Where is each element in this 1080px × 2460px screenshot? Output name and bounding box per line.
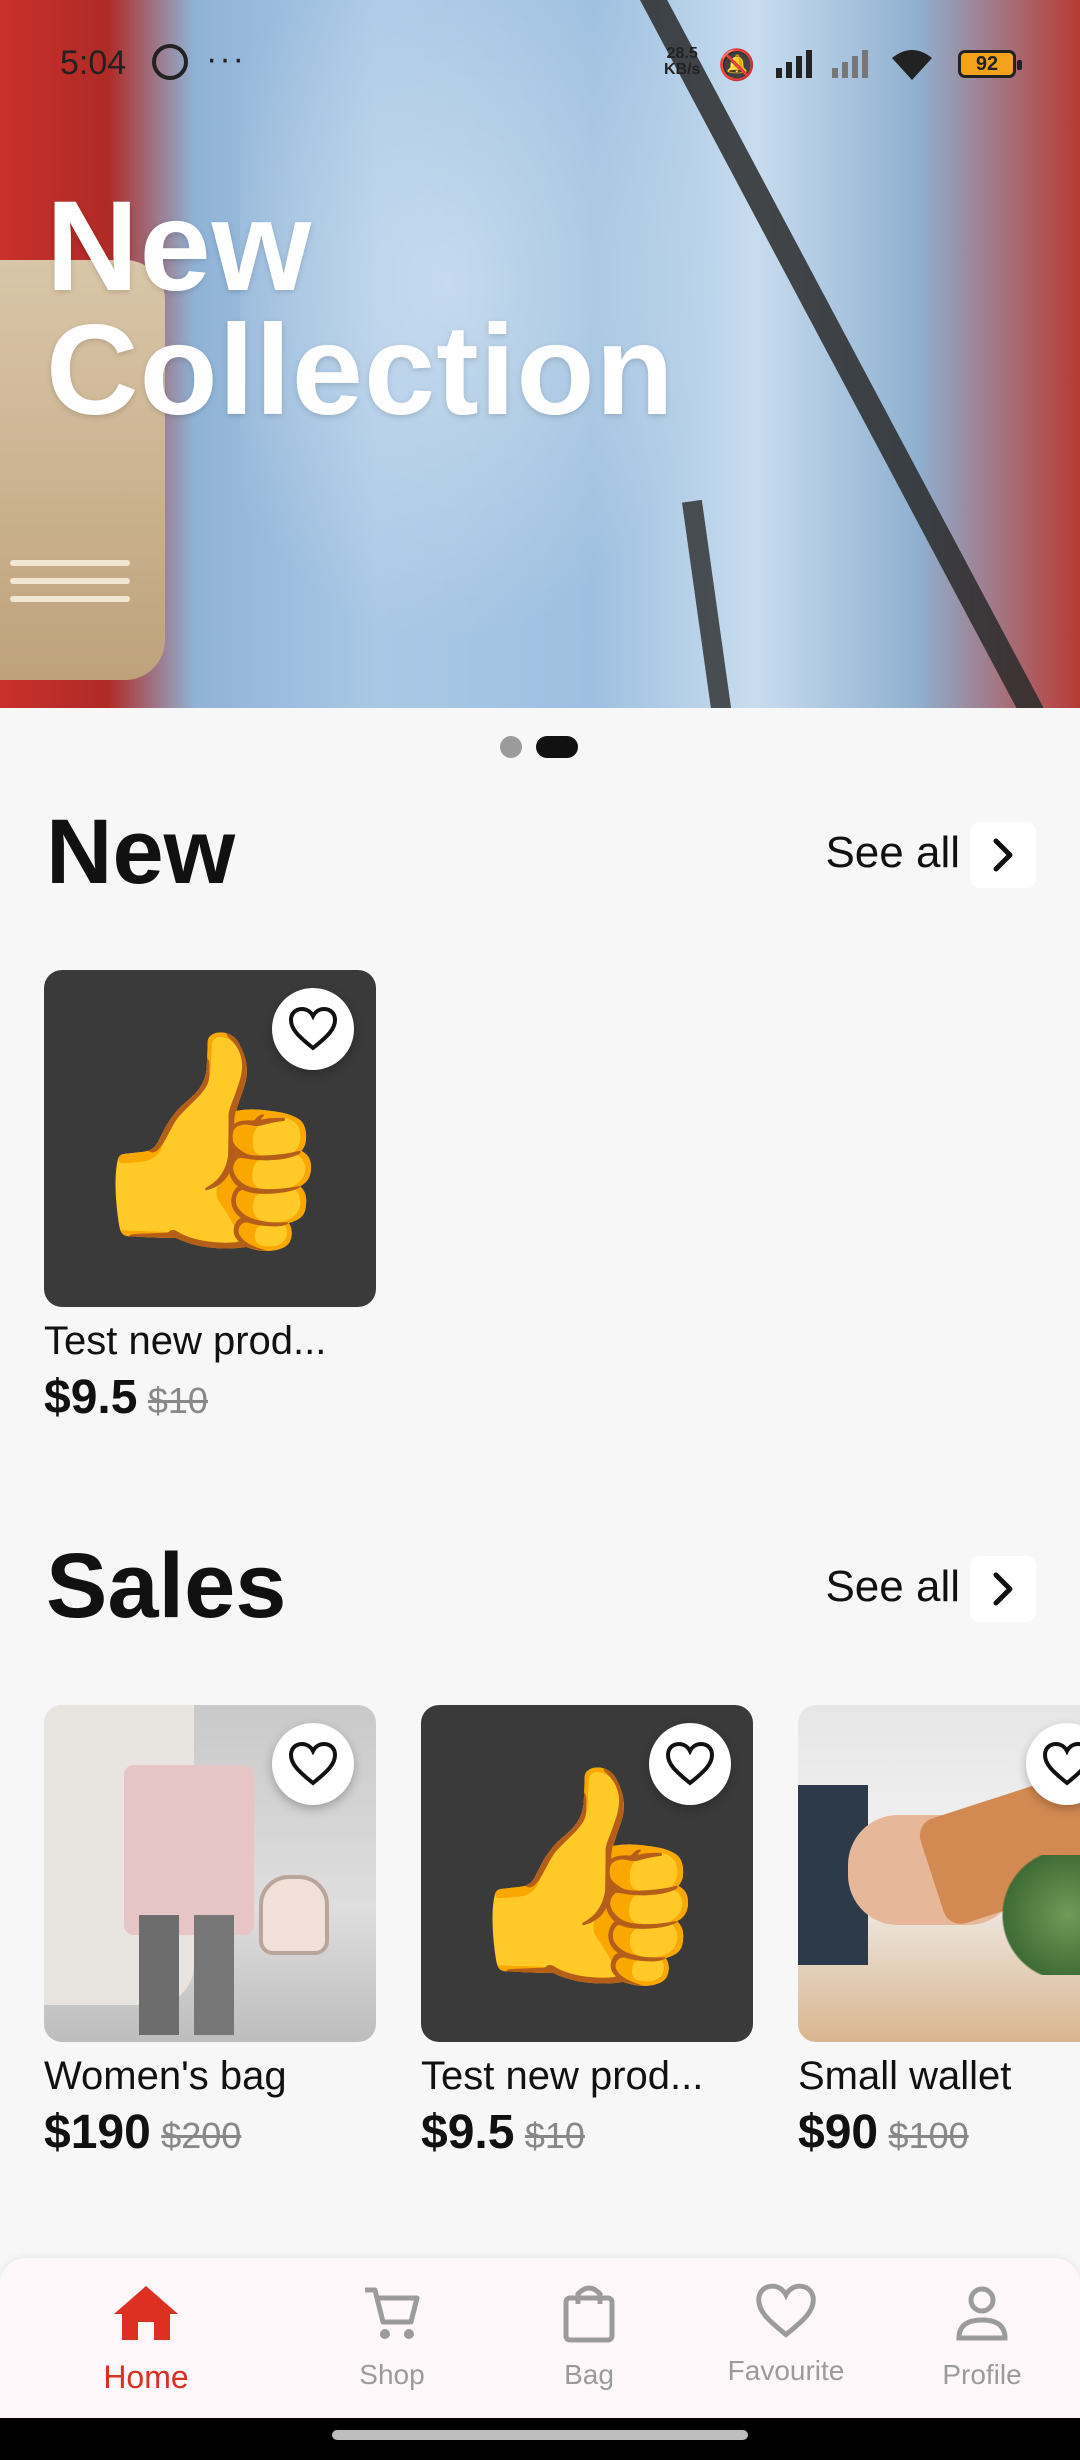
favourite-button[interactable] <box>649 1723 731 1805</box>
product-old-price: $100 <box>888 2115 969 2156</box>
product-price: $9.5 <box>421 2106 515 2159</box>
nav-profile[interactable]: Profile <box>884 2282 1080 2391</box>
home-icon <box>114 2286 178 2340</box>
mute-icon: 🔕 <box>718 49 756 82</box>
favourite-button[interactable] <box>272 1723 354 1805</box>
carousel-dot-active[interactable] <box>536 736 578 758</box>
sales-section-title: Sales <box>46 1535 287 1637</box>
product-name: Test new prod... <box>421 2054 704 2098</box>
product-image[interactable]: 👍 <box>421 1705 753 2042</box>
product-card[interactable]: Women's bag $190 $200 <box>44 1705 376 2160</box>
nav-bag[interactable]: Bag <box>491 2282 687 2391</box>
network-speed: 28.5 KB/s <box>664 46 700 78</box>
nav-profile-label: Profile <box>942 2359 1022 2390</box>
network-speed-value: 28.5 <box>666 45 698 62</box>
new-section-title: New <box>46 801 236 903</box>
carousel-dot[interactable] <box>500 736 522 758</box>
nav-favourite[interactable]: Favourite <box>688 2282 884 2387</box>
sales-see-all-button[interactable] <box>970 1556 1036 1622</box>
product-card[interactable]: 👍 Test new prod... $9.5 $10 <box>421 1705 753 2160</box>
heart-icon <box>1042 1741 1080 1786</box>
boot-shape <box>194 1915 234 2035</box>
nav-shop-label: Shop <box>359 2359 425 2390</box>
product-name: Test new prod... <box>44 1319 327 1363</box>
wifi-icon <box>888 48 936 90</box>
status-time: 5:04 <box>60 44 127 82</box>
dress-shape <box>124 1765 254 1935</box>
cart-icon <box>365 2287 420 2339</box>
battery-icon: 92 <box>958 50 1022 78</box>
network-speed-unit: KB/s <box>664 61 701 78</box>
chevron-right-icon <box>993 838 1013 872</box>
product-name: Women's bag <box>44 2054 287 2098</box>
product-price: $90 <box>798 2106 879 2159</box>
product-price: $190 <box>44 2106 151 2159</box>
product-card[interactable]: 👍 Test new prod... $9.5 $10 <box>44 970 376 1425</box>
product-old-price: $200 <box>161 2115 242 2156</box>
product-old-price: $10 <box>524 2115 585 2156</box>
new-see-all-link[interactable]: See all <box>825 828 960 878</box>
boot-shape <box>139 1915 179 2035</box>
heart-icon <box>288 1006 338 1051</box>
product-card-clip: Small wallet $90 $100 <box>798 1705 1080 2225</box>
plant-shape <box>998 1855 1080 1975</box>
home-gesture-handle[interactable] <box>332 2430 748 2440</box>
new-see-all-button[interactable] <box>970 822 1036 888</box>
whatsapp-icon <box>152 44 188 80</box>
product-old-price: $10 <box>147 1380 208 1421</box>
heart-icon <box>756 2283 816 2338</box>
product-image[interactable]: 👍 <box>44 970 376 1307</box>
bag-icon <box>563 2285 615 2343</box>
product-price: $9.5 <box>44 1371 138 1424</box>
heart-icon <box>665 1741 715 1786</box>
purse-shape <box>259 1875 329 1955</box>
nav-shop[interactable]: Shop <box>294 2282 490 2391</box>
product-image[interactable] <box>44 1705 376 2042</box>
product-prices: $9.5 $10 <box>421 2105 753 2160</box>
status-bar: 5:04 ··· 28.5 KB/s 🔕 92 <box>0 0 1080 130</box>
signal-icon <box>776 48 820 86</box>
nav-favourite-label: Favourite <box>727 2355 845 2386</box>
product-image[interactable] <box>798 1705 1080 2042</box>
signal-2-icon <box>832 48 876 86</box>
nav-home-label: Home <box>103 2359 189 2395</box>
nav-home[interactable]: Home <box>48 2282 244 2396</box>
gesture-bar <box>0 2418 1080 2460</box>
product-prices: $9.5 $10 <box>44 1370 376 1425</box>
product-card[interactable]: Small wallet $90 $100 <box>798 1705 1080 2160</box>
product-prices: $190 $200 <box>44 2105 376 2160</box>
nav-bag-label: Bag <box>564 2359 614 2390</box>
favourite-button[interactable] <box>272 988 354 1070</box>
product-name: Small wallet <box>798 2054 1012 2098</box>
product-prices: $90 $100 <box>798 2105 1080 2160</box>
heart-icon <box>288 1741 338 1786</box>
bottom-navigation: Home Shop Bag Favourite Profile <box>0 2258 1080 2418</box>
more-notifications-icon: ··· <box>206 40 246 78</box>
sales-see-all-link[interactable]: See all <box>825 1562 960 1612</box>
person-icon <box>956 2286 1008 2341</box>
hero-title-line1: New <box>46 175 313 318</box>
chevron-right-icon <box>993 1572 1013 1606</box>
hero-title-line2: Collection <box>46 299 675 442</box>
hero-title: New Collection <box>46 175 675 442</box>
